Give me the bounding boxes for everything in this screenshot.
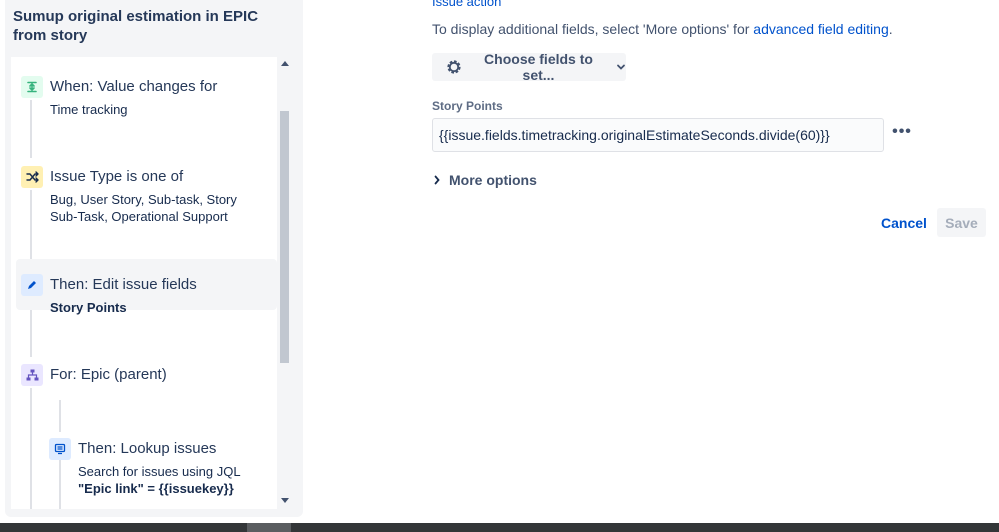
gear-icon	[445, 58, 463, 76]
save-button[interactable]: Save	[937, 208, 986, 237]
taskbar-item[interactable]	[247, 523, 291, 532]
issue-action-link[interactable]: Issue action	[432, 0, 501, 9]
hint-text: To display additional fields, select 'Mo…	[432, 21, 754, 37]
hierarchy-icon	[21, 364, 43, 386]
pencil-icon	[21, 274, 43, 296]
component-heading: Then: Edit issue fields	[50, 276, 197, 293]
component-detail: Bug, User Story, Sub-task, Story Sub-Tas…	[50, 192, 237, 224]
chevron-right-icon	[434, 175, 441, 185]
taskbar	[0, 523, 999, 532]
advanced-editing-hint: To display additional fields, select 'Mo…	[432, 21, 893, 37]
component-trigger[interactable]: When: Value changes for Time tracking	[17, 76, 277, 120]
more-options-toggle[interactable]: More options	[434, 172, 537, 188]
component-heading: Issue Type is one of	[50, 168, 184, 185]
component-action-lookup[interactable]: Then: Lookup issues Search for issues us…	[45, 438, 275, 498]
trigger-icon	[21, 76, 43, 98]
component-detail: Story Points	[50, 300, 127, 315]
component-branch[interactable]: For: Epic (parent)	[17, 364, 277, 390]
advanced-field-editing-link[interactable]: advanced field editing	[753, 21, 888, 37]
story-points-label: Story Points	[432, 99, 503, 113]
component-detail: Time tracking	[50, 102, 128, 117]
shuffle-icon	[21, 166, 43, 188]
chevron-down-icon	[616, 64, 626, 71]
scrollbar-thumb[interactable]	[280, 111, 289, 363]
component-heading: When: Value changes for	[50, 78, 218, 95]
component-heading: Then: Lookup issues	[78, 440, 217, 457]
more-options-label: More options	[449, 172, 537, 188]
choose-fields-button[interactable]: Choose fields to set...	[432, 51, 626, 83]
story-points-input[interactable]: {{issue.fields.timetracking.originalEsti…	[432, 118, 884, 152]
component-action-edit[interactable]: Then: Edit issue fields Story Points	[16, 259, 277, 318]
more-actions-icon[interactable]: •••	[891, 122, 913, 142]
lookup-icon	[49, 438, 71, 460]
component-condition[interactable]: Issue Type is one of Bug, User Story, Su…	[17, 166, 277, 226]
hint-suffix: .	[888, 21, 893, 37]
component-detail-jql: "Epic link" = {{issuekey}}	[78, 481, 234, 496]
scroll-up-icon[interactable]	[281, 61, 289, 66]
component-detail: Search for issues using JQL	[78, 464, 241, 479]
rule-title: Sumup original estimation in EPIC from s…	[13, 8, 259, 44]
choose-fields-label: Choose fields to set...	[484, 51, 593, 83]
cancel-button[interactable]: Cancel	[878, 209, 930, 237]
connector-line	[30, 388, 32, 509]
scroll-down-icon[interactable]	[281, 498, 289, 503]
branch-connector-line	[59, 400, 61, 432]
component-heading: For: Epic (parent)	[50, 366, 167, 383]
